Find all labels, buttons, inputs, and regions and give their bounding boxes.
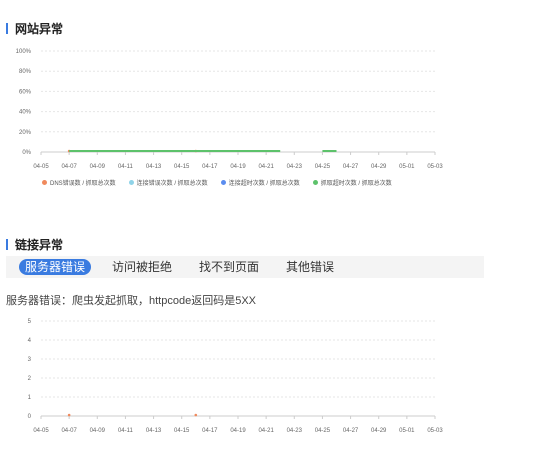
x-tick-label: 04-23 xyxy=(287,428,303,434)
y-tick-label: 80% xyxy=(19,69,32,75)
tab-other-errors[interactable]: 其他错误 xyxy=(280,259,340,275)
link-abnormal-title: 链接异常 xyxy=(6,236,63,253)
legend-item-dns[interactable]: DNS错误数 / 抓取总次数 xyxy=(42,178,116,187)
legend-dot xyxy=(220,180,226,185)
y-tick-label: 4 xyxy=(28,338,32,344)
title-accent-bar xyxy=(6,239,8,250)
legend-label: 连接错误次数 / 抓取总次数 xyxy=(136,181,208,187)
x-tick-label: 05-01 xyxy=(399,428,415,434)
legend-dot xyxy=(312,180,318,185)
x-tick-label: 05-03 xyxy=(427,164,443,170)
link-abnormal-label: 链接异常 xyxy=(15,238,64,252)
y-tick-label: 40% xyxy=(19,110,32,116)
x-tick-label: 04-11 xyxy=(118,428,134,434)
x-tick-label: 04-05 xyxy=(33,164,49,170)
legend-label: DNS错误数 / 抓取总次数 xyxy=(50,181,116,187)
x-tick-label: 04-25 xyxy=(315,428,331,434)
data-point xyxy=(194,413,198,417)
x-tick-label: 04-09 xyxy=(90,164,106,170)
x-tick-label: 04-27 xyxy=(343,428,359,434)
title-accent-bar xyxy=(6,23,8,34)
legend-label: 连接超时次数 / 抓取总次数 xyxy=(228,181,300,187)
x-tick-label: 04-11 xyxy=(118,164,134,170)
x-tick-label: 04-29 xyxy=(371,164,387,170)
x-tick-label: 05-03 xyxy=(427,428,443,434)
y-tick-label: 0 xyxy=(28,414,32,420)
y-tick-label: 1 xyxy=(28,395,32,401)
x-tick-label: 04-29 xyxy=(371,428,387,434)
y-tick-label: 20% xyxy=(19,130,32,136)
site-abnormal-label: 网站异常 xyxy=(15,22,64,36)
x-tick-label: 04-19 xyxy=(230,164,246,170)
x-tick-label: 05-01 xyxy=(399,164,415,170)
error-description: 服务器错误：爬虫发起抓取，httpcode返回码是5XX xyxy=(6,295,256,307)
y-tick-label: 0% xyxy=(22,150,31,156)
x-tick-label: 04-17 xyxy=(202,164,218,170)
x-tick-label: 04-07 xyxy=(61,164,77,170)
tab-server-error[interactable]: 服务器错误 xyxy=(19,259,92,275)
y-tick-label: 60% xyxy=(19,89,32,95)
legend-dot xyxy=(42,180,47,185)
legend-dot xyxy=(128,180,134,185)
data-point xyxy=(67,413,71,417)
site-abnormal-chart: 100% 80% 60% 40% 20% 0% 04-05 04-07 04-09 04-11 04… xyxy=(16,49,444,170)
x-tick-label: 04-13 xyxy=(146,428,162,434)
legend-item-connect-timeout[interactable]: 连接超时次数 / 抓取总次数 xyxy=(220,178,300,187)
y-tick-label: 5 xyxy=(28,319,32,325)
x-tick-label: 04-19 xyxy=(230,428,246,434)
error-type-tabs: 服务器错误 访问被拒绝 找不到页面 其他错误 xyxy=(6,256,484,278)
tab-access-denied[interactable]: 访问被拒绝 xyxy=(106,259,178,275)
site-abnormal-title: 网站异常 xyxy=(6,20,63,37)
y-tick-label: 3 xyxy=(28,357,32,363)
legend-label: 抓取超时次数 / 抓取总次数 xyxy=(320,181,392,187)
y-tick-label: 100% xyxy=(16,49,32,55)
x-tick-label: 04-15 xyxy=(174,428,190,434)
legend-item-fetch-timeout[interactable]: 抓取超时次数 / 抓取总次数 xyxy=(312,178,392,187)
tab-page-not-found[interactable]: 找不到页面 xyxy=(193,259,265,275)
x-tick-label: 04-07 xyxy=(61,428,77,434)
x-tick-label: 04-25 xyxy=(315,164,331,170)
x-tick-label: 04-05 xyxy=(33,428,49,434)
y-tick-label: 2 xyxy=(28,376,32,382)
x-tick-label: 04-17 xyxy=(202,428,218,434)
x-tick-label: 04-09 xyxy=(90,428,106,434)
x-tick-label: 04-21 xyxy=(258,428,274,434)
x-tick-label: 04-15 xyxy=(174,164,190,170)
x-tick-label: 04-23 xyxy=(287,164,303,170)
chart-legend: DNS错误数 / 抓取总次数 连接错误次数 / 抓取总次数 连接超时次数 / 抓… xyxy=(42,178,392,187)
link-abnormal-chart: 5 4 3 2 1 0 04-05 04-07 04-09 04-11 04-13 04-15 04-1… xyxy=(28,319,444,434)
x-tick-label: 04-27 xyxy=(343,164,359,170)
legend-item-connect-error[interactable]: 连接错误次数 / 抓取总次数 xyxy=(128,178,208,187)
x-tick-label: 04-21 xyxy=(258,164,274,170)
x-tick-label: 04-13 xyxy=(146,164,162,170)
